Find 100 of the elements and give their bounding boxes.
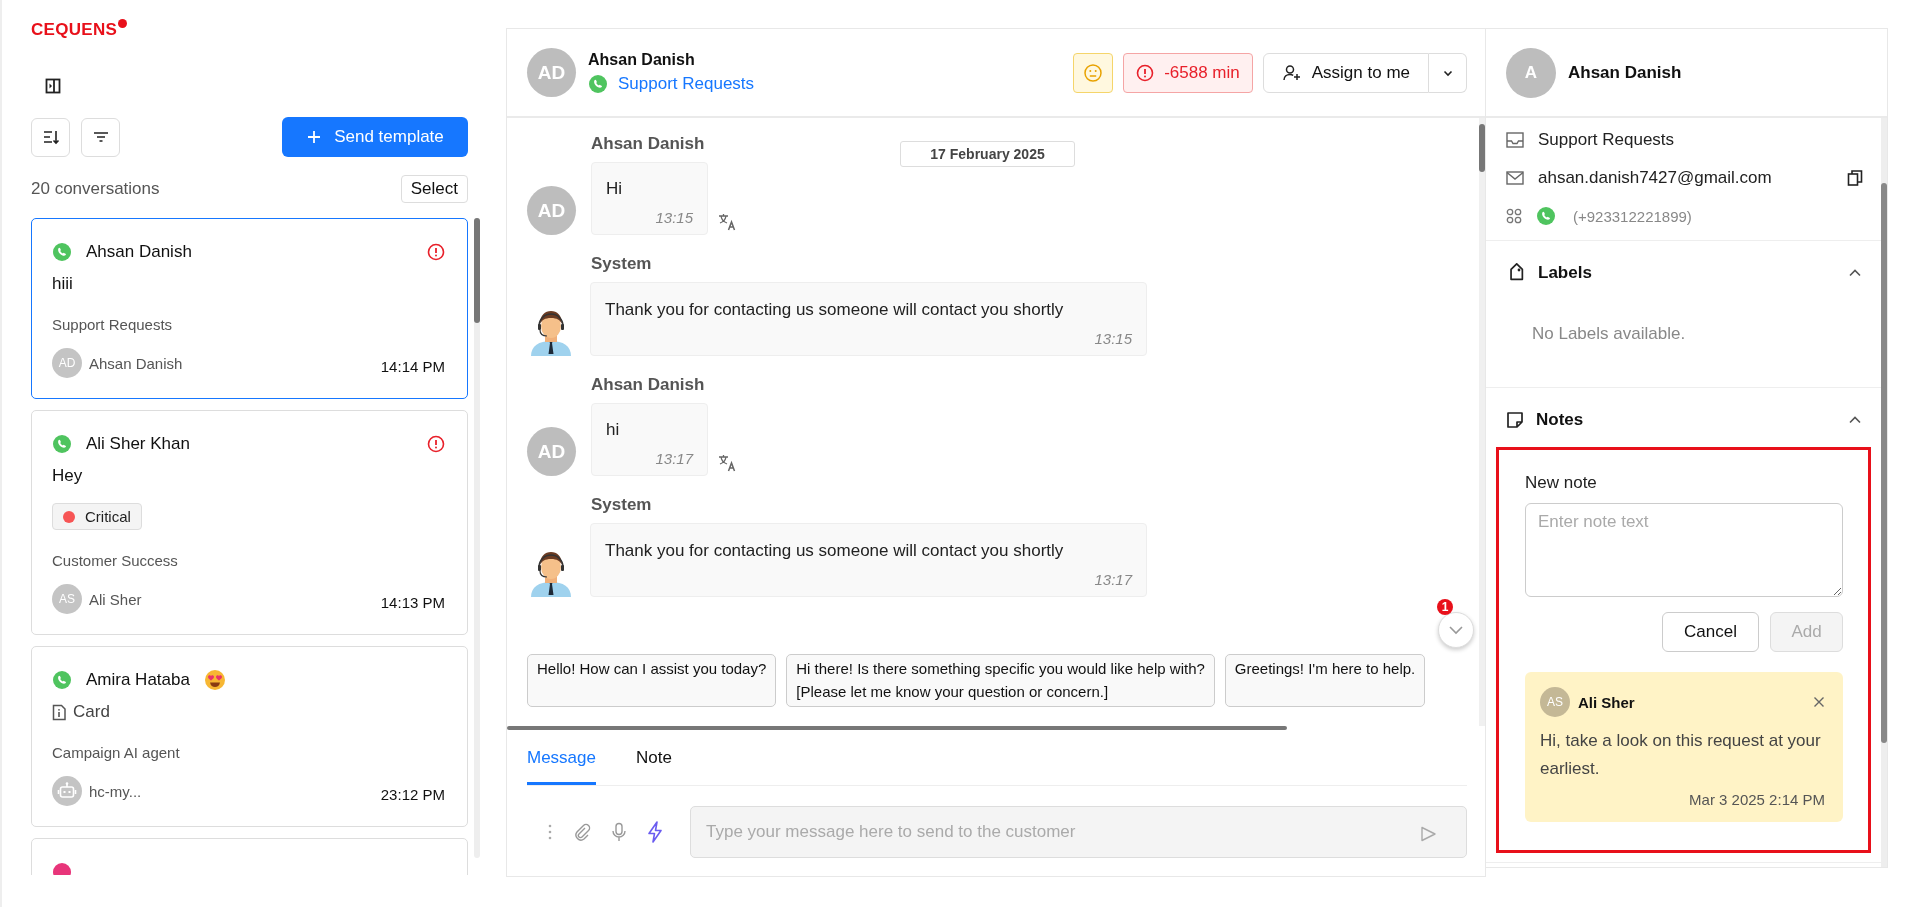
sticky-note-icon xyxy=(1506,411,1524,429)
section-title: Labels xyxy=(1538,263,1592,283)
paperclip-icon[interactable] xyxy=(573,823,591,841)
assignee-name: Ahsan Danish xyxy=(89,354,183,372)
email-address: ahsan.danish7427@gmail.com xyxy=(1538,168,1772,188)
scrollbar-thumb[interactable] xyxy=(1479,124,1485,172)
document-icon xyxy=(52,703,67,721)
envelope-icon xyxy=(1506,170,1524,186)
more-options-icon[interactable] xyxy=(547,823,553,841)
contact-name: Ahsan Danish xyxy=(588,51,696,69)
message-text: Thank you for contacting us someone will contact you shortly xyxy=(605,300,1065,320)
contact-avatar: A xyxy=(1506,47,1556,98)
inbox-icon xyxy=(1506,132,1524,148)
chat-phone-icon xyxy=(52,434,72,454)
dot-icon xyxy=(118,19,128,28)
sla-timer: -6588 min xyxy=(1123,52,1253,93)
assignee-avatar: AS xyxy=(52,584,82,614)
conversation-time: 14:13 PM xyxy=(380,592,445,611)
assignee-avatar: AD xyxy=(52,348,82,378)
sender-name: System xyxy=(591,254,653,274)
message-time: 13:17 xyxy=(1094,571,1132,588)
copy-icon[interactable] xyxy=(1847,169,1863,187)
inbox-name: Campaign AI agent xyxy=(52,744,181,761)
chat-phone-icon xyxy=(588,74,608,94)
suggestion-chip[interactable]: Hello! How can I assist you today? xyxy=(527,654,777,707)
note-author: Ali Sher xyxy=(1578,693,1635,711)
scroll-down-button[interactable] xyxy=(1438,612,1474,648)
scrollbar-thumb[interactable] xyxy=(1881,183,1887,743)
sort-button[interactable] xyxy=(31,117,70,157)
alert-icon xyxy=(1136,63,1155,82)
note-date: Mar 3 2025 2:14 PM xyxy=(1689,791,1825,808)
conversation-time: 14:14 PM xyxy=(380,356,445,375)
select-button[interactable]: Select xyxy=(400,175,468,203)
message-time: 13:15 xyxy=(1094,330,1132,347)
message-preview: Hey xyxy=(52,466,83,486)
message-text: Hi xyxy=(606,179,624,199)
contact-avatar: AD xyxy=(527,427,576,476)
send-template-button[interactable]: Send template xyxy=(282,117,468,157)
conversation-count: 20 conversations xyxy=(31,179,160,199)
contact-avatar: AD xyxy=(527,186,576,235)
message-time: 13:17 xyxy=(655,450,693,467)
grid-icon xyxy=(1506,208,1522,224)
add-user-icon xyxy=(1281,62,1302,83)
inbox-name: Support Requests xyxy=(1538,130,1675,150)
note-input[interactable]: Enter note text xyxy=(1525,503,1843,597)
lightning-icon[interactable] xyxy=(647,821,663,843)
sentiment-button[interactable] xyxy=(1073,52,1114,93)
composer-tab[interactable]: Note xyxy=(636,741,672,785)
scrollbar-thumb[interactable] xyxy=(474,218,480,323)
panel-toggle-icon[interactable] xyxy=(45,78,61,94)
author-avatar: AS xyxy=(1540,687,1570,717)
chat-phone-icon xyxy=(52,242,72,262)
message-input[interactable]: Type your message here to send to the customer xyxy=(690,806,1467,858)
translate-icon[interactable] xyxy=(718,213,738,231)
empty-labels-text: No Labels available. xyxy=(1531,323,1687,345)
sender-name: Ahsan Danish xyxy=(591,375,706,395)
cancel-button[interactable]: Cancel xyxy=(1662,612,1759,652)
send-icon[interactable] xyxy=(1419,825,1437,843)
plus-icon xyxy=(306,129,323,145)
contact-name: Ahsan Danish xyxy=(86,242,192,262)
suggestion-chip[interactable]: Hi there! Is there something specific you would like help with? [Please let me know your question or concern.] xyxy=(786,654,1215,707)
logo: CEQUENS xyxy=(31,19,118,40)
neutral-face-icon xyxy=(1083,62,1104,83)
inbox-name: Customer Success xyxy=(52,552,179,569)
microphone-icon[interactable] xyxy=(611,822,627,842)
conversation-card[interactable]: Ali Sher Khan Hey Critical Customer Success AS Ali Sher 14:13 PM xyxy=(31,410,468,635)
message-time: 13:15 xyxy=(655,209,693,226)
suggestion-chip[interactable]: Greetings! I'm here to help. xyxy=(1224,654,1426,707)
contact-avatar: AD xyxy=(527,48,576,97)
translate-icon[interactable] xyxy=(718,454,738,472)
inbox-name: Support Requests xyxy=(52,316,174,333)
contact-name: Ahsan Danish xyxy=(1568,62,1682,83)
new-note-label: New note xyxy=(1525,473,1598,493)
note-text: Hi, take a look on this request at your earliest. xyxy=(1540,730,1822,780)
contact-name: Ali Sher Khan xyxy=(86,434,190,454)
phone-number: (+923312221899) xyxy=(1573,207,1692,225)
inbox-link[interactable]: Support Requests xyxy=(618,74,755,94)
conversation-card[interactable]: Ahsan Danish hiii Support Requests AD Ahsan Danish 14:14 PM xyxy=(31,218,468,399)
message-preview: Card xyxy=(73,702,110,722)
message-preview: hiii xyxy=(52,274,73,294)
assignee-name: hc-my... xyxy=(89,782,142,800)
robot-avatar-icon xyxy=(52,776,82,806)
conversation-card[interactable]: Amira Hataba Card Campaign AI agent hc-my... 23:12 PM xyxy=(31,646,468,827)
chat-phone-icon xyxy=(1536,206,1556,226)
assignee-name: Ali Sher xyxy=(89,590,142,608)
assign-button[interactable]: Assign to me xyxy=(1262,52,1429,93)
horizontal-scrollbar[interactable] xyxy=(507,726,1287,730)
composer-tab[interactable]: Message xyxy=(527,741,596,785)
close-icon[interactable] xyxy=(1813,696,1825,708)
chat-phone-icon xyxy=(52,670,72,690)
filter-button[interactable] xyxy=(81,117,120,157)
message-text: Thank you for contacting us someone will contact you shortly xyxy=(605,541,1065,561)
sender-name: System xyxy=(591,495,653,515)
unread-badge: 1 xyxy=(1437,599,1453,615)
tag-label: Critical xyxy=(85,508,131,525)
section-title: Notes xyxy=(1536,410,1584,430)
contact-name: Amira Hataba xyxy=(86,670,190,690)
conversation-time: 23:12 PM xyxy=(380,784,445,803)
sort-icon xyxy=(41,128,60,146)
message-text: hi xyxy=(606,420,621,440)
